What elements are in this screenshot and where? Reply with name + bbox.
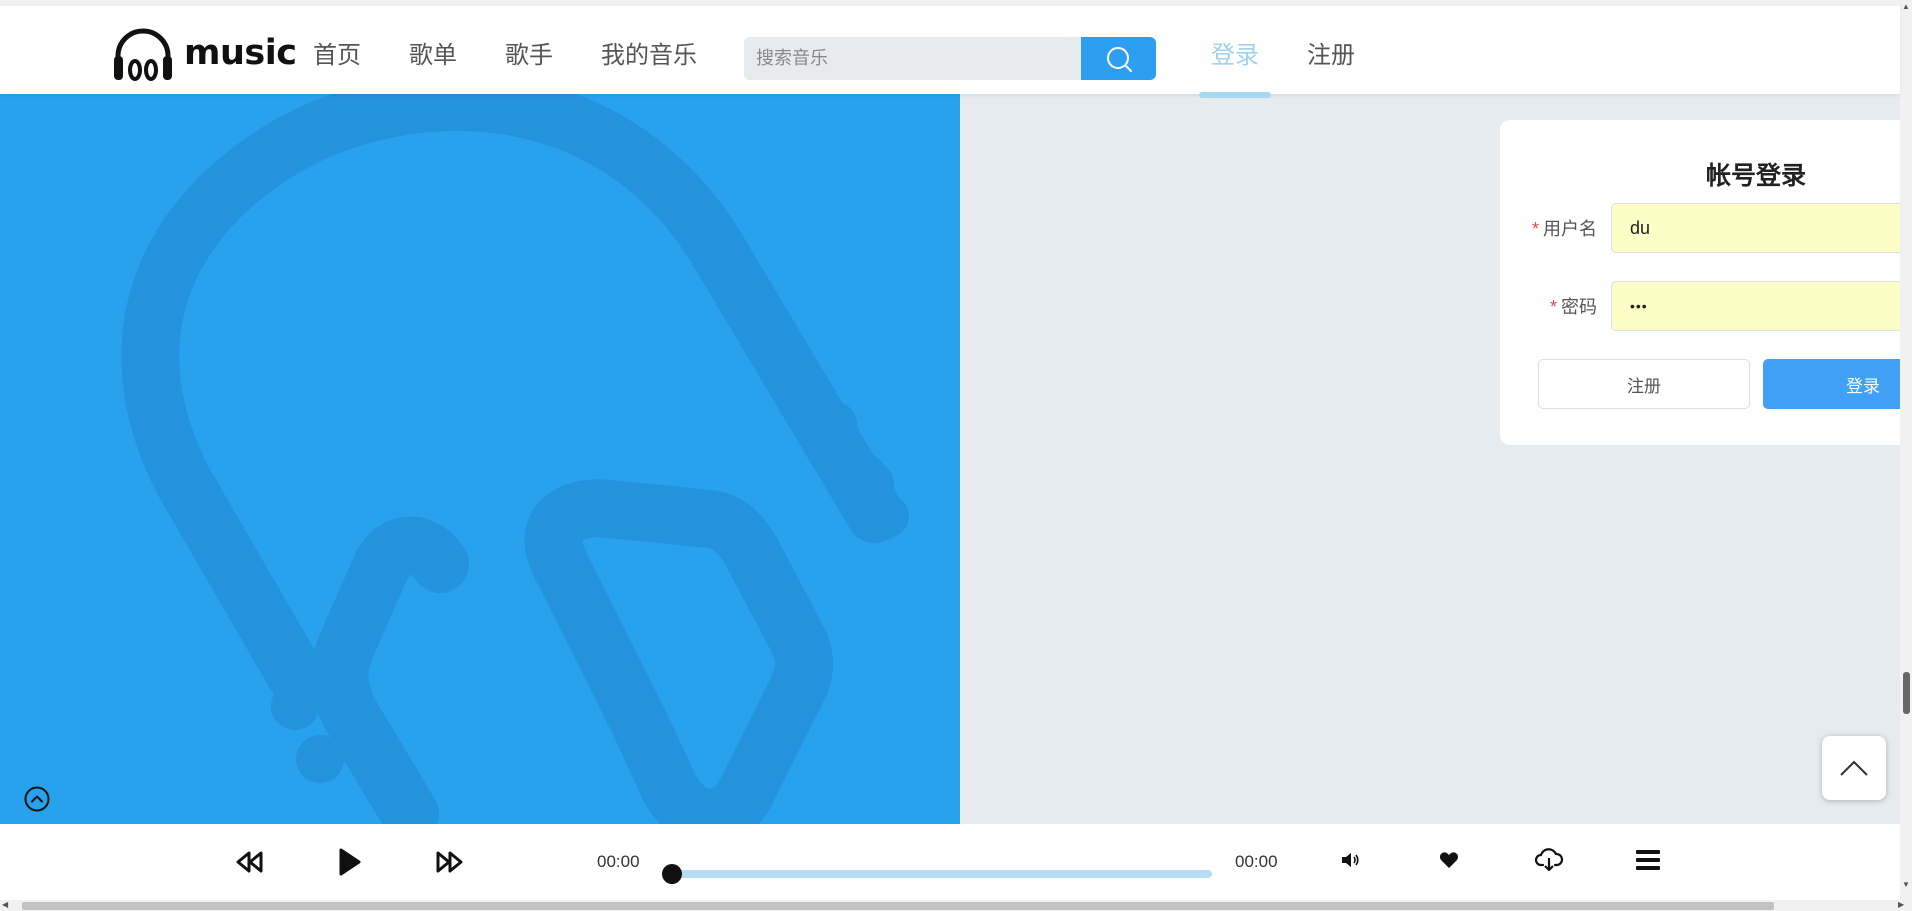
auth-nav: 登录 注册 — [1199, 36, 1403, 98]
login-banner — [0, 94, 960, 824]
rewind-icon — [236, 851, 263, 873]
nav-playlists[interactable]: 歌单 — [409, 36, 457, 76]
circle-chevron-up-icon[interactable] — [24, 786, 50, 812]
cloud-download-icon — [1535, 848, 1563, 872]
scroll-up-icon[interactable]: ▲ — [1902, 2, 1910, 11]
search-button[interactable] — [1081, 37, 1156, 80]
back-to-top-button[interactable] — [1822, 736, 1886, 800]
fast-forward-icon — [436, 851, 463, 873]
username-input[interactable] — [1611, 203, 1911, 253]
prev-button[interactable] — [234, 846, 266, 878]
search-bar — [744, 37, 1156, 80]
top-header: music 首页 歌单 歌手 我的音乐 登录 注册 — [0, 0, 1900, 98]
like-button[interactable] — [1436, 848, 1462, 872]
username-label: * 用户名 — [1531, 219, 1597, 239]
nav-my-music[interactable]: 我的音乐 — [601, 36, 697, 76]
nav-singers[interactable]: 歌手 — [505, 36, 553, 76]
scroll-right-icon[interactable]: ▶ — [1898, 900, 1904, 909]
password-input[interactable] — [1611, 281, 1911, 331]
scroll-left-icon[interactable]: ◀ — [2, 900, 8, 909]
next-button[interactable] — [433, 846, 465, 878]
search-icon — [1106, 46, 1132, 72]
logo[interactable]: music — [110, 22, 297, 84]
chevron-up-icon — [1840, 760, 1868, 776]
scroll-down-icon[interactable]: ▼ — [1902, 880, 1910, 889]
download-button[interactable] — [1533, 846, 1565, 874]
current-time: 00:00 — [597, 852, 640, 871]
main-nav: 首页 歌单 歌手 我的音乐 — [313, 36, 745, 76]
nav-register[interactable]: 注册 — [1307, 36, 1355, 76]
banner-logo-illustration — [121, 94, 909, 824]
username-row: * 用户名 — [1500, 203, 1911, 253]
progress-thumb[interactable] — [662, 864, 682, 884]
search-input[interactable] — [744, 37, 1081, 80]
play-button[interactable] — [333, 844, 365, 880]
nav-home[interactable]: 首页 — [313, 36, 361, 76]
menu-icon — [1636, 850, 1660, 870]
password-row: * 密码 — [1500, 281, 1911, 331]
login-card: 帐号登录 *用户名 *密码 注册 登录 — [1500, 120, 1912, 445]
volume-button[interactable] — [1338, 848, 1362, 872]
logo-text: music — [184, 33, 297, 73]
progress-bar[interactable] — [662, 864, 1212, 884]
horizontal-scroll-thumb[interactable] — [22, 902, 1774, 910]
headphones-icon — [114, 28, 172, 81]
required-mark: * — [1531, 219, 1539, 239]
vertical-scrollbar[interactable]: ▲ ▼ — [1900, 0, 1912, 900]
horizontal-scrollbar[interactable]: ◀ ▶ — [0, 900, 1912, 911]
heart-icon — [1439, 852, 1459, 868]
volume-icon — [1342, 853, 1359, 867]
music-player-bar: 00:00 00:00 — [0, 824, 1900, 900]
playlist-button[interactable] — [1634, 846, 1662, 874]
duration-time: 00:00 — [1235, 852, 1278, 871]
register-button[interactable]: 注册 — [1538, 359, 1750, 409]
play-icon — [339, 848, 361, 876]
nav-login[interactable]: 登录 — [1199, 36, 1271, 98]
required-mark: * — [1549, 297, 1557, 317]
vertical-scroll-thumb[interactable] — [1903, 672, 1910, 714]
password-label: * 密码 — [1549, 297, 1597, 317]
login-title: 帐号登录 — [1706, 162, 1807, 190]
login-button[interactable]: 登录 — [1763, 359, 1912, 409]
